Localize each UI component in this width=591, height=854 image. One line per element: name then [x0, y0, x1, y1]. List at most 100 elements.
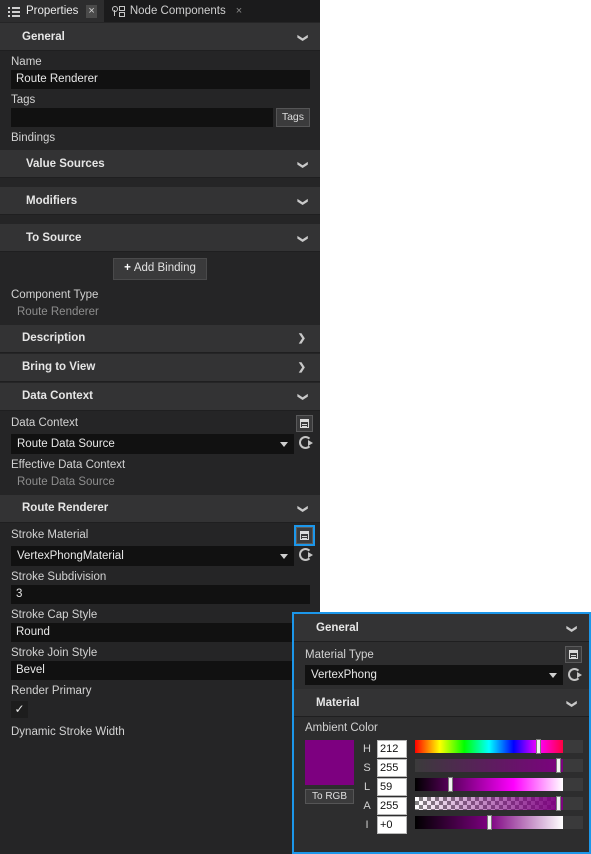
reset-stroke-material-icon[interactable] — [299, 548, 314, 563]
tags-button[interactable]: Tags — [275, 108, 310, 127]
chevron-down-icon: ❯ — [565, 624, 577, 633]
render-primary-checkbox[interactable]: ✓ — [11, 700, 28, 718]
app-root: Properties × Node Components × General ❯… — [0, 0, 591, 854]
stroke-cap-style-label: Stroke Cap Style — [11, 608, 98, 621]
chevron-right-icon: ❯ — [297, 362, 306, 374]
popup-group-header-material[interactable]: Material ❯ — [294, 689, 589, 717]
channel-label-h: H — [363, 743, 371, 755]
channel-name-column: H S L A I — [361, 740, 373, 835]
group-header-description[interactable]: Description ❯ — [0, 323, 320, 353]
stroke-material-dropdown-row: VertexPhongMaterial — [0, 545, 320, 566]
stroke-material-value: VertexPhongMaterial — [17, 549, 124, 562]
chevron-down-icon: ❯ — [296, 197, 308, 206]
alpha-slider-thumb[interactable] — [556, 796, 562, 811]
saturation-slider-track — [415, 759, 563, 772]
channel-input-s[interactable] — [377, 759, 407, 777]
bindings-label: Bindings — [11, 132, 56, 144]
color-swatch[interactable] — [305, 740, 354, 785]
stroke-material-editor-icon[interactable] — [294, 524, 315, 546]
add-binding-button[interactable]: + Add Binding — [113, 258, 207, 280]
data-context-dropdown[interactable]: Route Data Source — [11, 433, 294, 454]
name-label: Name — [11, 56, 42, 68]
chevron-down-icon: ❯ — [296, 234, 308, 243]
hue-slider[interactable] — [415, 739, 583, 754]
stroke-join-style-input[interactable] — [11, 660, 310, 680]
add-binding-row: + Add Binding — [0, 252, 320, 284]
material-type-dropdown-row: VertexPhong — [294, 665, 589, 685]
plus-icon: + — [124, 262, 131, 274]
effective-data-context-label: Effective Data Context — [11, 458, 126, 471]
popup-group-header-material-label: Material — [316, 696, 360, 709]
tab-node-components-label: Node Components — [129, 5, 226, 17]
group-header-general[interactable]: General ❯ — [0, 22, 320, 51]
swatch-column: To RGB — [305, 740, 357, 835]
tags-input[interactable] — [11, 108, 273, 127]
close-icon[interactable]: × — [86, 4, 97, 18]
group-header-bring-to-view-label: Bring to View — [22, 361, 96, 374]
tab-node-components[interactable]: Node Components × — [104, 0, 251, 22]
material-type-editor-icon[interactable] — [565, 646, 582, 663]
lightness-slider-thumb[interactable] — [448, 777, 454, 792]
group-header-modifiers-label: Modifiers — [26, 194, 78, 207]
channel-input-a[interactable] — [377, 797, 407, 815]
node-components-icon — [111, 5, 125, 18]
data-context-label: Data Context — [11, 417, 79, 430]
group-header-route-renderer[interactable]: Route Renderer ❯ — [0, 493, 320, 523]
chevron-down-icon — [280, 441, 288, 447]
group-header-description-label: Description — [22, 332, 86, 345]
material-type-dropdown[interactable]: VertexPhong — [305, 665, 563, 685]
group-header-modifiers[interactable]: Modifiers ❯ — [0, 186, 320, 215]
stroke-join-style-label: Stroke Join Style — [11, 646, 98, 659]
popup-group-header-general[interactable]: General ❯ — [294, 614, 589, 642]
close-icon[interactable]: × — [234, 5, 244, 18]
group-header-data-context-label: Data Context — [22, 390, 93, 403]
channel-input-l[interactable] — [377, 778, 407, 796]
saturation-slider-thumb[interactable] — [556, 758, 562, 773]
list-icon — [8, 5, 21, 18]
properties-dock-panel: Properties × Node Components × General ❯… — [0, 0, 320, 854]
alpha-slider[interactable] — [415, 796, 583, 811]
material-type-label: Material Type — [305, 648, 374, 661]
to-rgb-button[interactable]: To RGB — [305, 789, 354, 804]
add-binding-label: Add Binding — [133, 262, 196, 274]
stroke-material-field-header: Stroke Material — [0, 523, 320, 546]
group-header-to-source-label: To Source — [26, 231, 82, 244]
channel-label-a: A — [363, 800, 371, 812]
channel-value-column — [377, 740, 407, 835]
saturation-slider[interactable] — [415, 758, 583, 773]
component-type-label: Component Type — [11, 288, 99, 301]
group-header-to-source[interactable]: To Source ❯ — [0, 223, 320, 252]
reset-material-type-icon[interactable] — [568, 667, 583, 683]
hue-slider-thumb[interactable] — [535, 739, 541, 754]
stroke-material-dropdown[interactable]: VertexPhongMaterial — [11, 545, 294, 566]
group-header-data-context[interactable]: Data Context ❯ — [0, 381, 320, 411]
intensity-slider[interactable] — [415, 815, 583, 830]
tab-properties[interactable]: Properties × — [0, 0, 104, 22]
name-field-row — [0, 70, 320, 89]
render-primary-label: Render Primary — [11, 684, 92, 697]
name-input[interactable] — [11, 70, 310, 89]
stroke-join-style-row — [0, 660, 320, 680]
properties-content: General ❯ Name Tags Tags Bindings Value … — [0, 22, 320, 854]
channel-input-h[interactable] — [377, 740, 407, 758]
data-context-editor-icon[interactable] — [296, 414, 313, 432]
chevron-down-icon — [280, 553, 288, 559]
channel-input-i[interactable] — [377, 816, 407, 834]
ambient-color-label: Ambient Color — [305, 722, 378, 734]
lightness-slider[interactable] — [415, 777, 583, 792]
tab-properties-label: Properties — [26, 5, 79, 17]
tags-label: Tags — [11, 94, 36, 106]
group-header-general-label: General — [22, 30, 65, 43]
chevron-down-icon: ❯ — [296, 33, 308, 42]
lightness-slider-track — [415, 778, 563, 791]
data-context-value: Route Data Source — [17, 437, 115, 450]
stroke-cap-style-input[interactable] — [11, 622, 310, 642]
chevron-down-icon — [549, 673, 557, 678]
group-header-bring-to-view[interactable]: Bring to View ❯ — [0, 352, 320, 382]
group-header-value-sources[interactable]: Value Sources ❯ — [0, 149, 320, 178]
group-header-value-sources-label: Value Sources — [26, 157, 105, 170]
stroke-subdivision-input[interactable] — [11, 584, 310, 604]
data-context-dropdown-row: Route Data Source — [0, 433, 320, 454]
reset-data-context-icon[interactable] — [299, 436, 314, 451]
intensity-slider-thumb[interactable] — [486, 815, 492, 830]
